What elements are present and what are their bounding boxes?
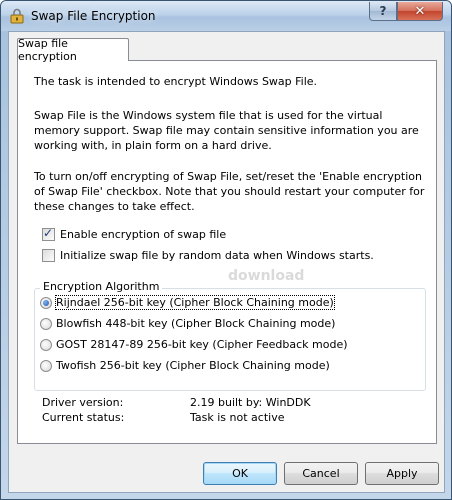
radio-button[interactable] (40, 359, 52, 372)
initialize-random-checkbox-row[interactable]: Initialize swap file by random data when… (42, 249, 374, 262)
algorithm-option-blowfish[interactable]: Blowfish 448-bit key (Cipher Block Chain… (40, 317, 335, 330)
client-area: Swap file encryption The task is intende… (8, 31, 445, 493)
initialize-random-label[interactable]: Initialize swap file by random data when… (60, 249, 374, 262)
dialog-window: Swap File Encryption ? ✕ Swap file encry… (0, 0, 452, 500)
lock-icon (10, 8, 24, 24)
description-text: Swap File is the Windows system file tha… (34, 109, 419, 152)
algorithm-option-twofish[interactable]: Twofish 256-bit key (Cipher Block Chaini… (40, 359, 330, 372)
ok-button[interactable]: OK (203, 462, 277, 485)
tab-swap-file-encryption[interactable]: Swap file encryption (17, 37, 129, 63)
title-bar[interactable]: Swap File Encryption ? ✕ (1, 1, 451, 31)
radio-button[interactable] (40, 296, 52, 309)
enable-encryption-checkbox[interactable]: ✓ (42, 226, 55, 241)
cancel-label: Cancel (302, 467, 340, 480)
algorithm-label[interactable]: Blowfish 448-bit key (Cipher Block Chain… (56, 317, 335, 330)
tab-label: Swap file encryption (18, 37, 77, 63)
window-title: Swap File Encryption (31, 9, 156, 23)
enable-encryption-label[interactable]: Enable encryption of swap file (60, 228, 226, 241)
checkmark-icon: ✓ (43, 226, 54, 240)
close-icon: ✕ (414, 3, 426, 19)
driver-version-label: Driver version: (42, 396, 124, 409)
current-status-value: Task is not active (190, 411, 285, 424)
group-title: Encryption Algorithm (40, 280, 163, 293)
algorithm-label[interactable]: GOST 28147-89 256-bit key (Cipher Feedba… (56, 338, 348, 351)
close-button[interactable]: ✕ (397, 2, 443, 21)
algorithm-option-gost[interactable]: GOST 28147-89 256-bit key (Cipher Feedba… (40, 338, 348, 351)
algorithm-label[interactable]: Twofish 256-bit key (Cipher Block Chaini… (56, 359, 330, 372)
instructions-text: To turn on/off encrypting of Swap File, … (34, 170, 425, 213)
algorithm-option-rijndael[interactable]: Rijndael 256-bit key (Cipher Block Chain… (40, 295, 335, 310)
help-icon: ? (379, 4, 387, 18)
apply-label: Apply (386, 467, 418, 480)
tab-panel: The task is intended to encrypt Windows … (17, 60, 437, 444)
driver-version-value: 2.19 built by: WinDDK (190, 396, 311, 409)
ok-label: OK (232, 467, 248, 480)
radio-button[interactable] (40, 317, 52, 330)
cancel-button[interactable]: Cancel (284, 462, 358, 485)
enable-encryption-checkbox-row[interactable]: ✓ Enable encryption of swap file (42, 226, 226, 241)
watermark: download (228, 268, 305, 284)
radio-button[interactable] (40, 338, 52, 351)
apply-button[interactable]: Apply (365, 462, 439, 485)
current-status-label: Current status: (42, 411, 125, 424)
help-button[interactable]: ? (369, 2, 397, 21)
intro-text: The task is intended to encrypt Windows … (34, 75, 318, 88)
algorithm-label[interactable]: Rijndael 256-bit key (Cipher Block Chain… (55, 295, 335, 310)
initialize-random-checkbox[interactable] (42, 249, 55, 262)
